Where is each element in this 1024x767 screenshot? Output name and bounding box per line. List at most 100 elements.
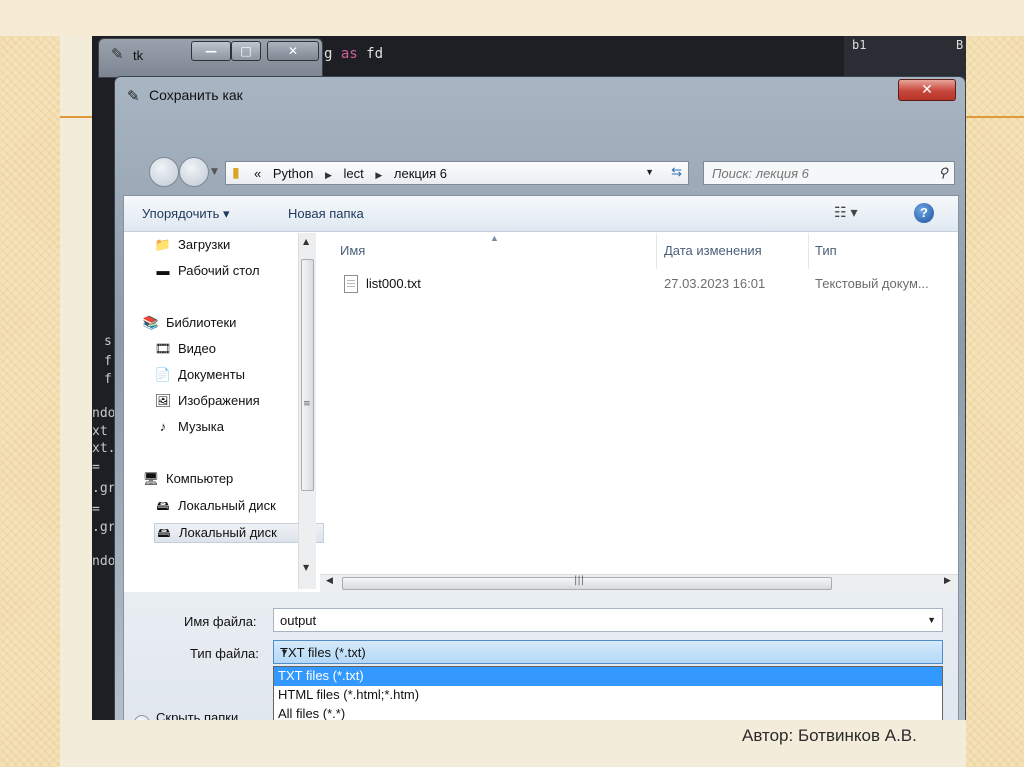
text-file-icon — [344, 275, 358, 293]
nav-item-label: Локальный диск — [179, 525, 277, 540]
scroll-right-icon[interactable]: ▶ — [944, 576, 951, 586]
column-header-name[interactable]: Имя — [340, 243, 365, 258]
new-folder-button[interactable]: Новая папка — [288, 206, 364, 221]
desktop-icon: ▬ — [156, 263, 170, 278]
refresh-icon[interactable]: ⇆ — [671, 164, 682, 180]
navigation-scrollbar[interactable]: ▲ ≡ ▼ — [298, 233, 316, 589]
save-as-dialog: ✎ Сохранить как ✕ ▼ ▮ « Python ▶ lect ▶ … — [114, 76, 966, 720]
horizontal-scrollbar[interactable]: ◀ ||| ▶ — [320, 574, 958, 592]
breadcrumb-item-lect[interactable]: lect — [344, 166, 364, 181]
filename-label: Имя файла: — [184, 614, 257, 629]
code-gutter-text: xt — [92, 424, 108, 439]
breadcrumb-item-lecture[interactable]: лекция 6 — [394, 166, 447, 181]
column-divider[interactable] — [808, 233, 809, 269]
music-icon: ♪ — [159, 419, 167, 434]
code-keyword: as — [340, 46, 358, 62]
filetype-option[interactable]: HTML files (*.html;*.htm) — [274, 686, 942, 705]
nav-item[interactable]: ▬ Рабочий стол — [154, 263, 260, 278]
code-line: g as fd — [324, 46, 384, 62]
nav-item-label: Видео — [178, 341, 216, 356]
search-input[interactable] — [712, 165, 922, 181]
view-options-button[interactable]: ☷ ▾ — [834, 204, 857, 221]
code-gutter-text: s — [104, 334, 112, 349]
video-icon: 🎞 — [154, 341, 172, 356]
search-box[interactable]: ⚲ — [703, 161, 955, 185]
breadcrumb-item-python[interactable]: Python — [273, 166, 313, 181]
local-disk-icon: 🖴 — [156, 498, 170, 513]
code-gutter-text: = — [92, 460, 100, 475]
code-gutter-text: .gr — [92, 520, 116, 535]
filetype-label: Тип файла: — [190, 646, 259, 661]
hide-folders-button[interactable]: ▲ Скрыть папки — [134, 710, 238, 720]
nav-item-label: Музыка — [178, 419, 224, 434]
accent-line-right — [958, 116, 1024, 118]
nav-item[interactable]: 📚 Библиотеки — [142, 315, 237, 331]
help-button[interactable]: ? — [914, 203, 934, 223]
organize-button[interactable]: Упорядочить ▾ — [142, 206, 230, 222]
tk-window[interactable]: ✎ tk — □ ✕ — [98, 38, 323, 78]
file-date: 27.03.2023 16:01 — [664, 276, 766, 291]
nav-item[interactable]: 📄 Документы — [154, 367, 245, 383]
nav-item[interactable]: ♪ Музыка — [154, 419, 224, 434]
nav-item[interactable]: 🖼 Изображения — [154, 393, 260, 409]
scroll-down-icon[interactable]: ▼ — [303, 563, 309, 572]
pictures-icon: 🖼 — [154, 393, 172, 408]
author-caption: Автор: Ботвинков А.В. — [742, 726, 917, 745]
scrollbar-thumb[interactable] — [301, 259, 314, 491]
nav-item[interactable]: 🎞 Видео — [154, 341, 216, 357]
nav-item[interactable]: 🖥 Компьютер — [142, 471, 234, 487]
back-button[interactable] — [149, 157, 179, 187]
code-gutter-text: f — [104, 354, 112, 369]
column-divider[interactable] — [656, 233, 657, 269]
nav-item-label: Библиотеки — [166, 315, 237, 330]
column-header-date[interactable]: Дата изменения — [664, 243, 762, 258]
panel-label-b: B — [956, 38, 964, 52]
chevron-down-icon[interactable]: ▼ — [280, 647, 936, 657]
file-list: ▲ Имя Дата изменения Тип list000.txt 27.… — [320, 233, 958, 573]
sort-ascending-icon: ▲ — [490, 233, 499, 243]
code-identifier: fd — [366, 46, 384, 62]
filetype-dropdown-list: TXT files (*.txt) HTML files (*.html;*.h… — [273, 666, 943, 720]
libraries-icon: 📚 — [142, 315, 160, 330]
navigation-pane: 📁 Загрузки ▬ Рабочий стол 📚 Библиотеки 🎞 Видео 📄… — [124, 233, 324, 589]
file-type: Текстовый докум... — [815, 276, 929, 291]
dialog-title: Сохранить как — [149, 87, 243, 103]
filetype-option[interactable]: TXT files (*.txt) — [274, 667, 942, 686]
chevron-right-icon[interactable]: ▶ — [375, 170, 382, 180]
scrollbar-thumb[interactable] — [342, 577, 832, 590]
file-name: list000.txt — [366, 276, 421, 291]
chevron-up-icon: ▲ — [134, 715, 150, 720]
scroll-left-icon[interactable]: ◀ — [326, 576, 333, 586]
chevron-right-icon[interactable]: ▶ — [325, 170, 332, 180]
search-icon[interactable]: ⚲ — [938, 165, 948, 181]
filename-input[interactable] — [280, 612, 900, 628]
code-gutter-text: ndo — [92, 406, 116, 421]
file-row[interactable]: list000.txt 27.03.2023 16:01 Текстовый д… — [320, 271, 958, 295]
nav-item[interactable]: 📁 Загрузки — [154, 237, 230, 253]
maximize-button[interactable]: □ — [231, 41, 261, 61]
chevron-down-icon[interactable]: ▼ — [645, 167, 654, 177]
scroll-up-icon[interactable]: ▲ — [303, 237, 309, 246]
address-bar[interactable]: ▮ « Python ▶ lect ▶ лекция 6 ▼ ⇆ — [225, 161, 689, 185]
chevron-down-icon[interactable]: ▼ — [927, 615, 936, 625]
breadcrumb: « Python ▶ lect ▶ лекция 6 — [254, 166, 455, 181]
filetype-option[interactable]: All files (*.*) — [274, 705, 942, 720]
dialog-close-button[interactable]: ✕ — [898, 79, 956, 101]
breadcrumb-overflow[interactable]: « — [254, 166, 261, 181]
code-gutter-text: ndo — [92, 554, 116, 569]
minimize-button[interactable]: — — [191, 41, 231, 61]
nav-item-label: Локальный диск — [178, 498, 276, 513]
recent-locations-dropdown[interactable]: ▼ — [211, 167, 218, 177]
code-gutter-text: .gr — [92, 481, 116, 496]
nav-item[interactable]: 🖴 Локальный диск — [154, 497, 276, 519]
folder-icon: ▮ — [232, 164, 240, 180]
nav-item-label: Рабочий стол — [178, 263, 260, 278]
close-button[interactable]: ✕ — [267, 41, 319, 61]
filetype-select[interactable]: TXT files (*.txt) ▼ — [273, 640, 943, 664]
panel-label-b1: b1 — [852, 38, 867, 52]
forward-button[interactable] — [179, 157, 209, 187]
nav-item-label: Документы — [178, 367, 246, 382]
filename-combobox[interactable]: ▼ — [273, 608, 943, 632]
grip-icon: ||| — [574, 575, 585, 586]
column-header-type[interactable]: Тип — [815, 243, 837, 258]
